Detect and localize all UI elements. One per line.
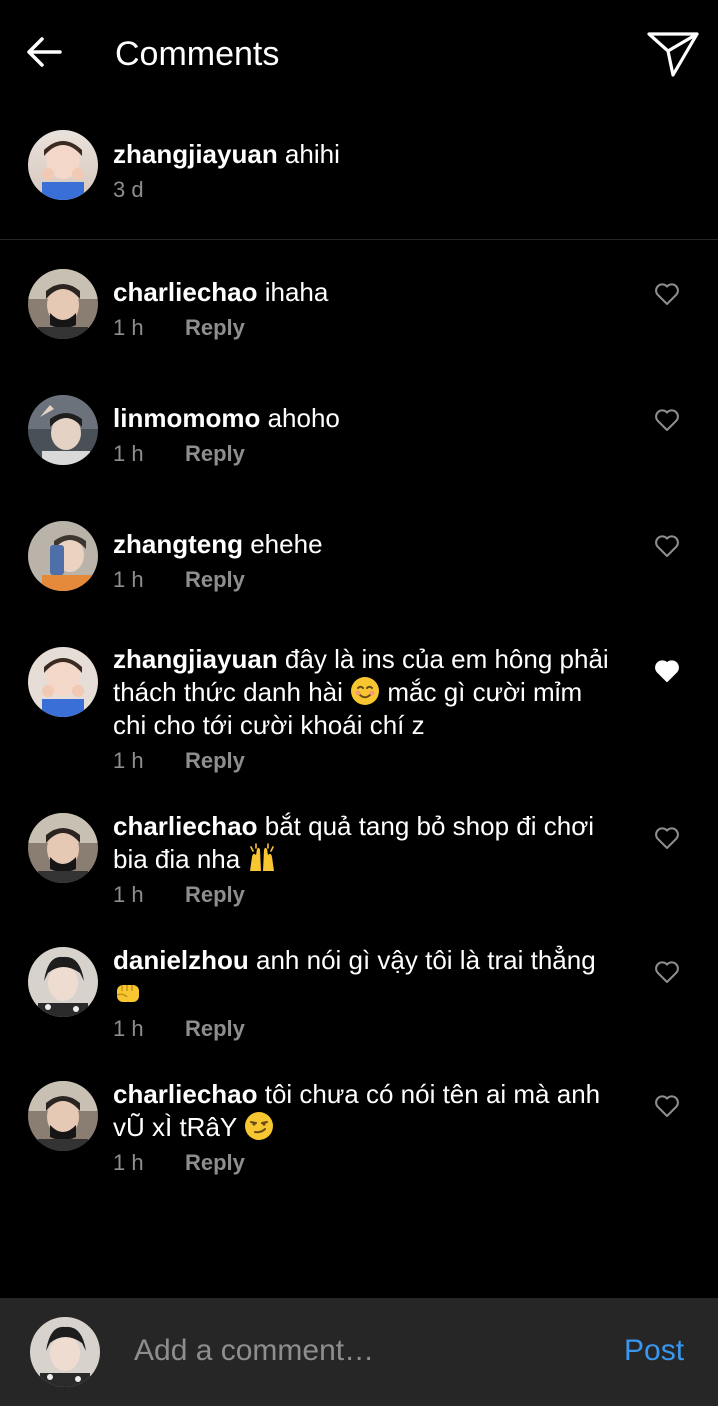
avatar[interactable] (28, 1081, 98, 1151)
like-button[interactable] (652, 656, 682, 686)
heart-outline-icon (655, 283, 679, 305)
divider (0, 239, 718, 240)
reply-button[interactable]: Reply (185, 882, 245, 907)
like-button[interactable] (652, 279, 682, 309)
comment-text: ehehe (243, 529, 323, 559)
raising-hands-emoji (250, 843, 275, 871)
comment-text: ahoho (260, 403, 340, 433)
timestamp: 1 h (113, 1150, 144, 1175)
heart-outline-icon (655, 961, 679, 983)
like-button[interactable] (652, 1091, 682, 1121)
timestamp: 1 h (113, 748, 144, 773)
avatar[interactable] (28, 813, 98, 883)
avatar[interactable] (28, 947, 98, 1017)
like-button[interactable] (652, 531, 682, 561)
avatar[interactable] (28, 647, 98, 717)
reply-button[interactable]: Reply (185, 567, 245, 592)
timestamp: 1 h (113, 882, 144, 907)
smirk-emoji (245, 1112, 274, 1140)
comment-text: anh nói gì vậy tôi là trai thẳng (248, 945, 596, 975)
username[interactable]: danielzhou (113, 945, 249, 975)
username[interactable]: zhangjiayuan (113, 139, 278, 169)
share-button[interactable] (644, 28, 702, 80)
username[interactable]: zhangteng (113, 529, 243, 559)
reply-button[interactable]: Reply (185, 315, 245, 340)
post-button[interactable]: Post (624, 1331, 684, 1371)
smiling-face-emoji (351, 677, 380, 705)
heart-outline-icon (655, 1095, 679, 1117)
comment-text: ihaha (257, 277, 329, 307)
heart-outline-icon (655, 827, 679, 849)
like-button[interactable] (652, 405, 682, 435)
username[interactable]: charliechao (113, 1079, 258, 1109)
heart-filled-icon (655, 660, 679, 682)
arrow-left-icon (27, 37, 62, 67)
caption-text: ahihi (277, 139, 340, 169)
fist-emoji (116, 985, 139, 1002)
reply-button[interactable]: Reply (185, 748, 245, 773)
back-button[interactable] (22, 30, 66, 74)
reply-button[interactable]: Reply (185, 1016, 245, 1041)
post-caption: zhangjiayuan ahihi 3 d (0, 108, 718, 240)
page-title: Comments (115, 35, 280, 73)
heart-outline-icon (655, 409, 679, 431)
comment-composer: Post (0, 1298, 718, 1406)
timestamp: 1 h (113, 441, 144, 466)
avatar[interactable] (28, 521, 98, 591)
username[interactable]: charliechao (113, 277, 258, 307)
avatar[interactable] (28, 395, 98, 465)
comments-screen: Comments zhangjiayuan ahihi 3 d charliec… (0, 0, 718, 1406)
like-button[interactable] (652, 823, 682, 853)
username[interactable]: zhangjiayuan (113, 644, 278, 674)
avatar (30, 1317, 100, 1387)
avatar[interactable] (28, 269, 98, 339)
timestamp: 1 h (113, 567, 144, 592)
timestamp: 1 h (113, 315, 144, 340)
like-button[interactable] (652, 957, 682, 987)
username[interactable]: linmomomo (113, 403, 260, 433)
username[interactable]: charliechao (113, 811, 258, 841)
heart-outline-icon (655, 535, 679, 557)
timestamp: 1 h (113, 1016, 144, 1041)
avatar[interactable] (28, 130, 98, 200)
paper-plane-icon (647, 32, 699, 77)
reply-button[interactable]: Reply (185, 441, 245, 466)
comment-input[interactable] (134, 1328, 604, 1374)
timestamp: 3 d (113, 177, 144, 202)
reply-button[interactable]: Reply (185, 1150, 245, 1175)
header: Comments (0, 0, 718, 108)
